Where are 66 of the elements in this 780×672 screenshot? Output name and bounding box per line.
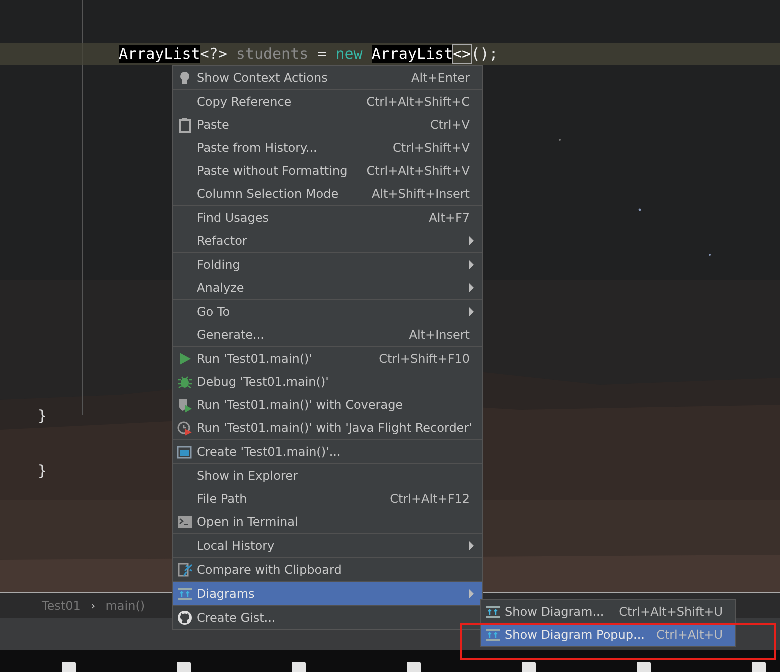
menu-item[interactable]: Create Gist... bbox=[173, 606, 482, 629]
shortcut: Ctrl+Alt+Shift+C bbox=[366, 94, 470, 110]
shortcut: Ctrl+Shift+V bbox=[393, 140, 470, 156]
code-token: <> bbox=[453, 45, 472, 63]
breadcrumb-separator: › bbox=[90, 598, 96, 614]
menu-item[interactable]: Local History bbox=[173, 534, 482, 557]
folder-icon[interactable] bbox=[522, 662, 536, 672]
shortcut: Alt+Enter bbox=[411, 70, 470, 86]
menu-item[interactable]: Show Diagram... Ctrl+Alt+Shift+U bbox=[481, 600, 735, 623]
code-token: ArrayList bbox=[119, 45, 200, 63]
code-token: new bbox=[336, 45, 363, 63]
menu-item[interactable]: Paste without Formatting Ctrl+Alt+Shift+V bbox=[173, 159, 482, 182]
code-token: <?> bbox=[200, 45, 228, 63]
menu-item[interactable]: Show Diagram Popup... Ctrl+Alt+U bbox=[481, 623, 735, 646]
folder-icon[interactable] bbox=[752, 662, 766, 672]
folder-icon[interactable] bbox=[407, 662, 421, 672]
code-token: (); bbox=[471, 45, 498, 63]
shortcut: Ctrl+V bbox=[430, 116, 470, 134]
menu-item[interactable]: Find Usages Alt+F7 bbox=[173, 206, 482, 229]
terminal-icon bbox=[177, 514, 193, 530]
github-icon bbox=[177, 610, 193, 626]
shield-play-icon bbox=[177, 396, 193, 412]
shortcut: Alt+Insert bbox=[409, 326, 470, 344]
menu-item[interactable]: File Path Ctrl+Alt+F12 bbox=[173, 487, 482, 510]
menu-item[interactable]: Show Context Actions Alt+Enter bbox=[173, 66, 482, 89]
folder-icon[interactable] bbox=[62, 662, 76, 672]
diagram-icon bbox=[177, 586, 193, 602]
menu-item[interactable]: Generate... Alt+Insert bbox=[173, 323, 482, 346]
menu-item[interactable]: Debug 'Test01.main()' bbox=[173, 370, 482, 393]
shortcut: Ctrl+Alt+U bbox=[656, 626, 723, 644]
shortcut: Ctrl+Alt+Shift+U bbox=[619, 604, 723, 620]
code-token: students bbox=[235, 45, 309, 63]
menu-item[interactable]: Paste from History... Ctrl+Shift+V bbox=[173, 136, 482, 159]
shortcut: Alt+Shift+Insert bbox=[372, 186, 470, 202]
menu-item[interactable]: Go To bbox=[173, 300, 482, 323]
folder-icon[interactable] bbox=[292, 662, 306, 672]
menu-item[interactable]: Create 'Test01.main()'... bbox=[173, 440, 482, 463]
code-token: ArrayList bbox=[372, 45, 454, 63]
diagram-icon bbox=[485, 604, 501, 620]
menu-item[interactable]: Show in Explorer bbox=[173, 464, 482, 487]
menu-item[interactable]: Copy Reference Ctrl+Alt+Shift+C bbox=[173, 90, 482, 113]
menu-item[interactable]: Run 'Test01.main()' with Coverage bbox=[173, 393, 482, 416]
menu-item[interactable]: Analyze bbox=[173, 276, 482, 299]
menu-item[interactable]: Paste Ctrl+V bbox=[173, 113, 482, 136]
shortcut: Ctrl+Alt+Shift+V bbox=[366, 162, 470, 180]
closing-brace: } bbox=[38, 460, 48, 482]
compare-icon bbox=[177, 562, 193, 578]
closing-brace: } bbox=[38, 406, 48, 427]
shortcut: Ctrl+Alt+F12 bbox=[390, 490, 470, 508]
diagram-icon bbox=[485, 626, 501, 642]
menu-item[interactable]: Diagrams bbox=[173, 582, 482, 605]
code-token: = bbox=[316, 45, 328, 63]
shortcut: Alt+F7 bbox=[429, 210, 470, 226]
play-icon bbox=[177, 350, 193, 366]
clipboard-icon bbox=[177, 116, 193, 132]
menu-item[interactable]: Open in Terminal bbox=[173, 510, 482, 533]
window-icon bbox=[177, 444, 193, 460]
folder-icon[interactable] bbox=[177, 662, 191, 672]
menu-item[interactable]: Run 'Test01.main()' Ctrl+Shift+F10 bbox=[173, 347, 482, 370]
menu-item[interactable]: Column Selection Mode Alt+Shift+Insert bbox=[173, 182, 482, 205]
clock-play-icon bbox=[177, 420, 193, 436]
shortcut: Ctrl+Shift+F10 bbox=[379, 350, 470, 368]
menu-item[interactable]: Run 'Test01.main()' with 'Java Flight Recorder' bbox=[173, 416, 482, 439]
folder-icon[interactable] bbox=[637, 662, 651, 672]
menu-item[interactable]: Refactor bbox=[173, 229, 482, 252]
menu-item[interactable]: Folding bbox=[173, 253, 482, 276]
